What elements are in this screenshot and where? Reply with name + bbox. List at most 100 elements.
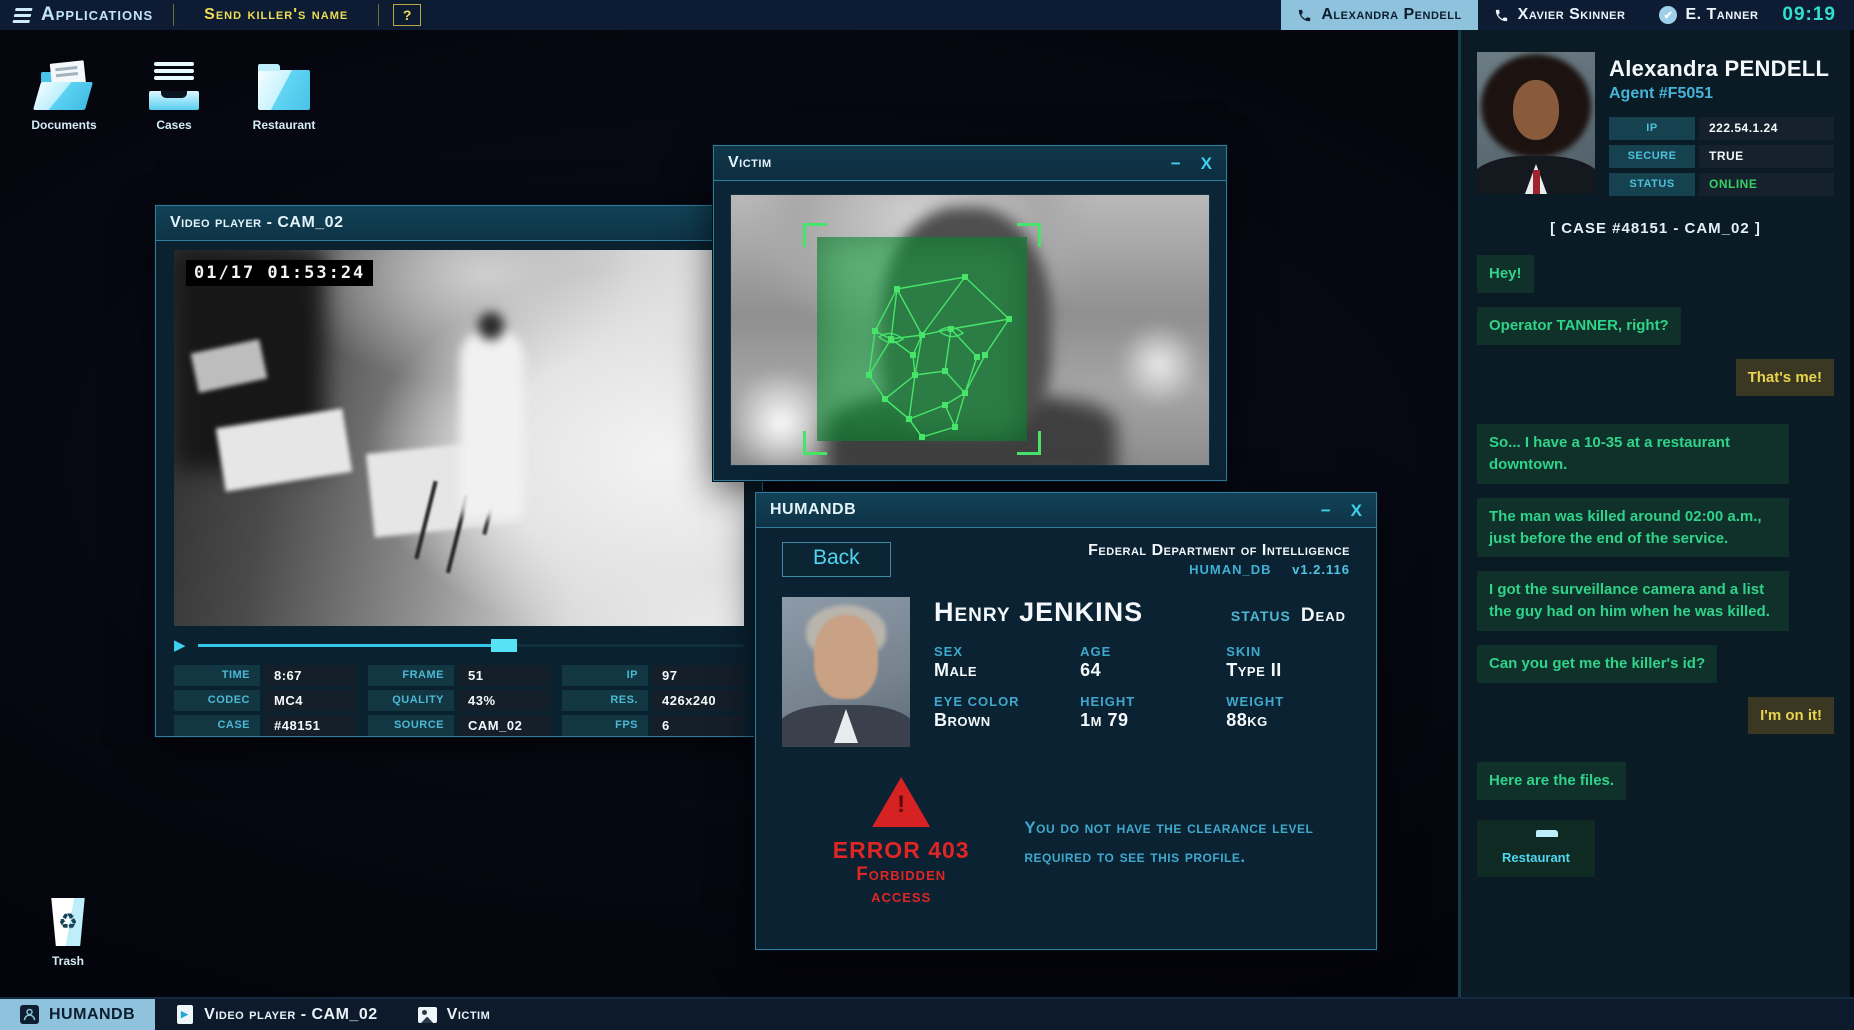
chat-log[interactable]: Hey! Operator TANNER, right? That's me! … [1477, 255, 1834, 997]
desktop-icon-label: Restaurant [252, 118, 316, 132]
window-title: HUMANDB [770, 501, 857, 518]
desktop-icon-restaurant[interactable]: Restaurant [238, 58, 330, 132]
minimize-button[interactable]: − [1171, 155, 1181, 172]
stat-label: SOURCE [368, 715, 454, 736]
info-value: TRUE [1699, 145, 1834, 168]
hamburger-icon [12, 7, 33, 23]
desktop-icon-documents[interactable]: Documents [18, 58, 110, 132]
chat-message: That's me! [1735, 358, 1834, 397]
topbar: Applications Send killer's name ? Alexan… [0, 0, 1854, 30]
video-timestamp: 01/17 01:53:24 [186, 260, 374, 286]
chat-message: I got the surveillance camera and a list… [1477, 571, 1789, 631]
stat-value: MC4 [264, 690, 356, 711]
minimize-button[interactable]: − [1321, 502, 1331, 519]
applications-label: Applications [41, 4, 154, 25]
minimize-icon: − [1170, 153, 1181, 173]
chat-message: Here are the files. [1477, 762, 1627, 800]
progress-track[interactable] [197, 638, 744, 652]
cases-inbox-icon [128, 58, 220, 110]
field-label: EYE COLOR [934, 694, 1020, 709]
desktop-icon-cases[interactable]: Cases [128, 58, 220, 132]
close-button[interactable]: X [1201, 155, 1212, 172]
objective-button[interactable]: Send killer's name [178, 0, 374, 30]
documents-folder-icon [18, 58, 110, 110]
call-tab-label: Alexandra Pendell [1321, 6, 1462, 23]
taskbar-item-video-player[interactable]: ▶ Video player - CAM_02 [155, 999, 397, 1030]
app-version: v1.2.116 [1292, 562, 1350, 577]
clock: 09:19 [1782, 4, 1836, 25]
contact-agent-id: Agent #F5051 [1609, 85, 1714, 102]
error-section: ! ERROR 403 Forbidden access You do not … [782, 777, 1350, 908]
app-version-line: HUMAN_DB v1.2.116 [1088, 562, 1350, 577]
video-player-titlebar[interactable]: Video player - CAM_02 [156, 206, 762, 241]
close-button[interactable]: X [1351, 502, 1362, 519]
field-label: WEIGHT [1226, 694, 1285, 709]
contact-photo [1477, 52, 1595, 194]
trash-bin[interactable]: ♻ Trash [28, 898, 108, 968]
call-tab-alexandra-pendell[interactable]: Alexandra Pendell [1281, 0, 1478, 30]
victim-window: Victim − X [713, 145, 1227, 481]
field-label: AGE [1080, 644, 1112, 659]
stat-value: 43% [458, 690, 550, 711]
photo-file-icon [417, 1005, 437, 1024]
contact-card: Alexandra PENDELL Agent #F5051 IP 222.54.… [1477, 52, 1834, 196]
humandb-titlebar[interactable]: HUMANDB − X [756, 493, 1376, 528]
play-button[interactable]: ▶ [174, 638, 186, 653]
progress-fill [197, 643, 493, 647]
attachment-restaurant-folder[interactable]: Restaurant [1477, 820, 1595, 877]
badge-check-icon: ✔ [1659, 6, 1678, 24]
taskbar-item-label: Victim [446, 1005, 491, 1023]
operator-badge: ✔ E. Tanner [1641, 6, 1776, 24]
call-tab-label: Xavier Skinner [1517, 6, 1626, 23]
victim-titlebar[interactable]: Victim − X [714, 146, 1226, 181]
status-badge: ONLINE [1699, 173, 1834, 196]
taskbar-item-label: Video player - CAM_02 [204, 1005, 378, 1023]
stat-value: 97 [652, 665, 744, 686]
stat-label: FPS [562, 715, 648, 736]
video-controls: ▶ [174, 635, 744, 655]
humandb-body: Back Federal Department of Intelligence … [756, 528, 1376, 908]
info-label: SECURE [1609, 145, 1695, 168]
phone-icon [1495, 9, 1507, 21]
chat-sidebar: Alexandra PENDELL Agent #F5051 IP 222.54.… [1458, 30, 1850, 997]
taskbar-item-victim[interactable]: Victim [398, 999, 511, 1030]
org-block: Federal Department of Intelligence HUMAN… [1088, 542, 1350, 577]
app-name: HUMAN_DB [1189, 562, 1272, 577]
field-value: Male [934, 660, 977, 680]
stat-value: CAM_02 [458, 715, 550, 736]
stat-label: FRAME [368, 665, 454, 686]
status-label: STATUS [1230, 608, 1291, 624]
chat-message: The man was killed around 02:00 a.m., ju… [1477, 497, 1789, 558]
field-value: 64 [1080, 660, 1102, 680]
close-icon: X [1200, 153, 1212, 173]
trash-label: Trash [51, 954, 84, 968]
applications-menu-button[interactable]: Applications [0, 0, 169, 30]
help-button[interactable]: ? [393, 4, 422, 26]
call-tab-xavier-skinner[interactable]: Xavier Skinner [1478, 0, 1642, 30]
person-status: STATUS Dead [1231, 605, 1350, 627]
contact-meta: Alexandra PENDELL Agent #F5051 IP 222.54.… [1609, 52, 1834, 196]
topbar-separator [173, 4, 175, 26]
stat-label: IP [562, 665, 648, 686]
minimize-icon: − [1320, 500, 1331, 520]
person-info: Henry JENKINS STATUS Dead SEX Male AGE 64 … [934, 597, 1350, 747]
error-message: You do not have the clearance level requ… [1024, 818, 1314, 866]
stat-value: #48151 [264, 715, 356, 736]
taskbar-item-humandb[interactable]: HUMANDB [0, 999, 156, 1030]
chat-message: Hey! [1477, 255, 1534, 293]
chat-message: I'm on it! [1748, 696, 1834, 735]
progress-handle[interactable] [490, 638, 517, 652]
person-profile: Henry JENKINS STATUS Dead SEX Male AGE 64 … [782, 597, 1350, 747]
video-stats-table: TIME 8:67 FRAME 51 IP 97 CODEC MC4 QUALITY 43… [174, 665, 744, 736]
operator-name: E. Tanner [1685, 6, 1759, 23]
field-value: 88kg [1226, 710, 1268, 730]
chat-message: Can you get me the killer's id? [1477, 644, 1718, 683]
taskbar: HUMANDB ▶ Video player - CAM_02 Victim [0, 997, 1854, 1030]
stat-value: 8:67 [264, 665, 356, 686]
case-header: [ CASE #48151 - CAM_02 ] [1550, 220, 1761, 237]
error-block: ! ERROR 403 Forbidden access [824, 777, 978, 908]
back-button[interactable]: Back [782, 542, 891, 577]
recycle-icon: ♻ [58, 909, 78, 934]
error-name: Forbidden access [856, 864, 947, 907]
window-title: Video player - CAM_02 [170, 214, 344, 231]
